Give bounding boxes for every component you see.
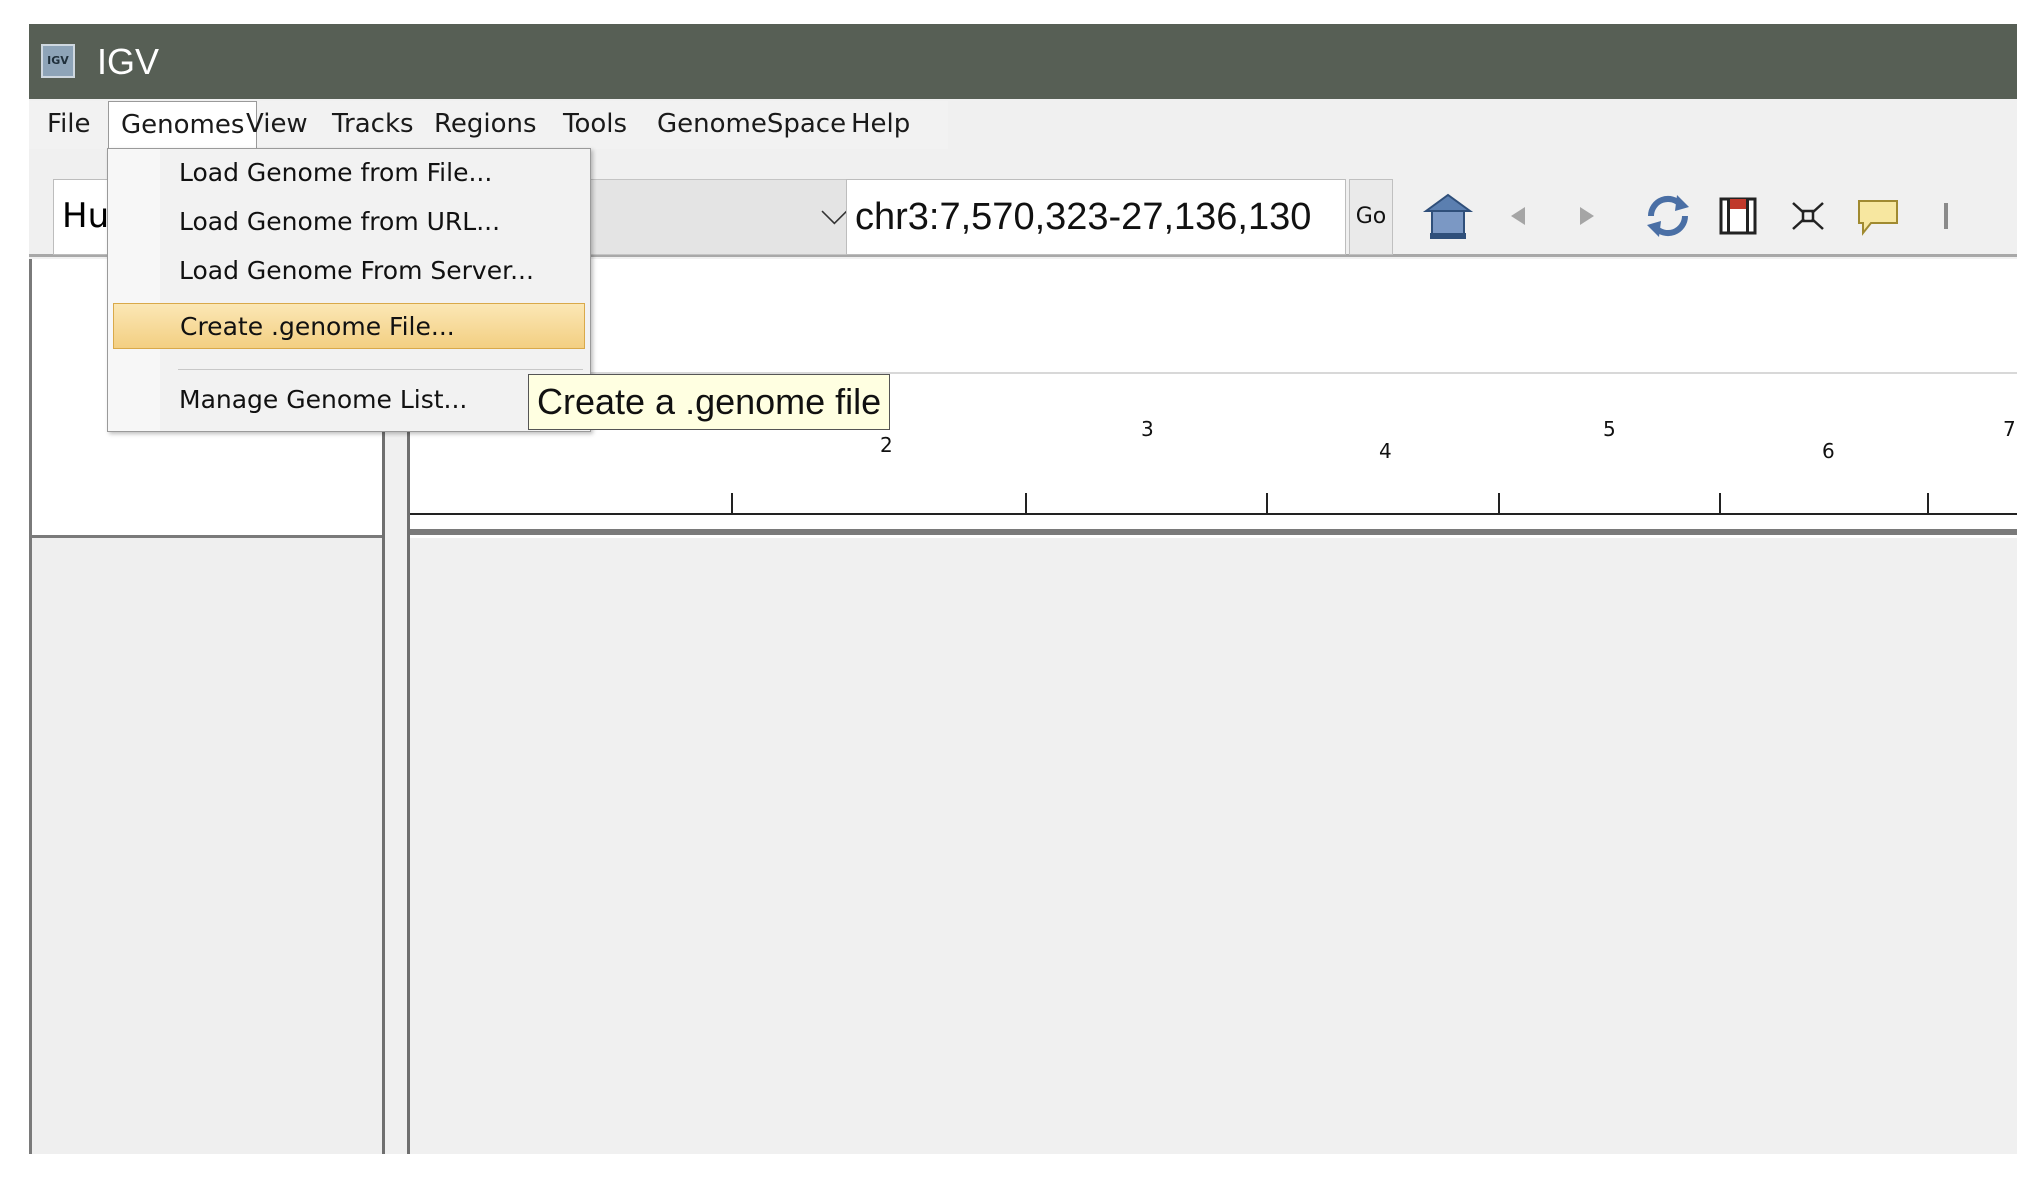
locus-search-input[interactable]: chr3:7,570,323-27,136,130 — [846, 179, 1346, 255]
menu-item-load-genome-url[interactable]: Load Genome from URL... — [113, 199, 585, 245]
ruler-label: 3 — [1141, 417, 1154, 441]
menu-view[interactable]: View — [234, 101, 320, 149]
resize-icon[interactable] — [1787, 189, 1829, 243]
chevron-down-icon: ⌵ — [820, 192, 848, 233]
track-name-panel — [29, 538, 382, 1154]
go-button[interactable]: Go — [1349, 179, 1393, 255]
ruler-label: 2 — [880, 433, 893, 457]
menu-item-manage-genome-list[interactable]: Manage Genome List... — [113, 377, 585, 423]
genomes-menu: Load Genome from File... Load Genome fro… — [107, 148, 591, 432]
menu-help[interactable]: Help — [839, 101, 922, 149]
window-title: IGV — [97, 41, 160, 82]
ruler-bottom-border — [410, 529, 2017, 535]
back-icon[interactable] — [1505, 189, 1531, 243]
ruler-tick — [731, 493, 733, 513]
ruler-label: 5 — [1603, 417, 1616, 441]
igv-window: IGV IGV File Genomes View Tracks Regions… — [29, 24, 2017, 1154]
ruler-tick — [1025, 493, 1027, 513]
ruler-icon[interactable] — [1939, 189, 1953, 243]
title-bar: IGV IGV — [29, 24, 2017, 99]
region-icon[interactable] — [1717, 189, 1759, 243]
ruler-label: 4 — [1379, 439, 1392, 463]
forward-icon[interactable] — [1574, 189, 1600, 243]
tooltip: Create a .genome file — [528, 374, 891, 430]
menu-item-create-genome-file[interactable]: Create .genome File... — [113, 303, 585, 349]
ruler-tick — [1266, 493, 1268, 513]
menu-regions[interactable]: Regions — [422, 101, 549, 149]
ruler-baseline — [410, 513, 2017, 515]
menu-separator — [178, 369, 583, 370]
menu-item-load-genome-server[interactable]: Load Genome From Server... — [113, 248, 585, 294]
menu-tools[interactable]: Tools — [551, 101, 639, 149]
ruler-label: 6 — [1822, 439, 1835, 463]
ruler-tick — [1927, 493, 1929, 513]
menu-file[interactable]: File — [35, 101, 103, 149]
home-icon[interactable] — [1422, 189, 1474, 243]
menu-tracks[interactable]: Tracks — [320, 101, 426, 149]
ruler-tick — [1498, 493, 1500, 513]
ruler-tick — [1719, 493, 1721, 513]
menu-bar: File Genomes View Tracks Regions Tools G… — [29, 101, 948, 149]
ruler-label: 7 — [2003, 417, 2016, 441]
igv-app-icon: IGV — [41, 44, 75, 78]
data-panel[interactable] — [410, 538, 2017, 1154]
popup-info-icon[interactable] — [1855, 189, 1901, 243]
refresh-icon[interactable] — [1641, 189, 1695, 243]
menu-item-load-genome-file[interactable]: Load Genome from File... — [113, 150, 585, 196]
menu-genomespace[interactable]: GenomeSpace — [645, 101, 858, 149]
